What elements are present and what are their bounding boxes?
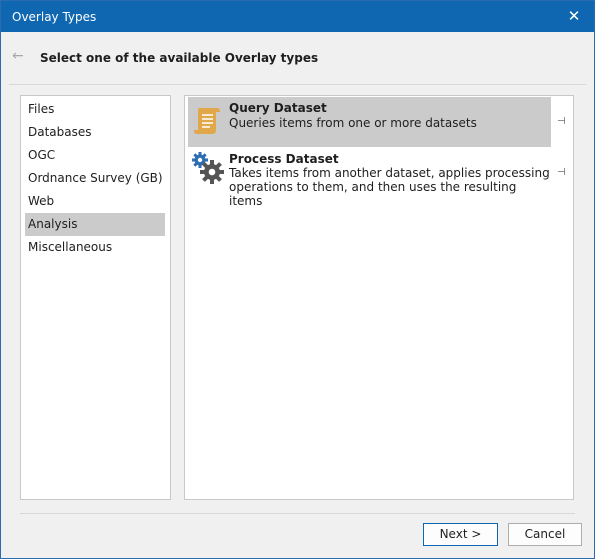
gears-icon [191, 151, 225, 188]
category-ordnance-survey[interactable]: Ordnance Survey (GB) [25, 167, 165, 190]
window-title: Overlay Types [12, 10, 97, 24]
back-arrow-icon[interactable]: ← [12, 48, 24, 64]
category-web[interactable]: Web [25, 190, 165, 213]
pin-icon[interactable]: ⊣ [557, 116, 566, 127]
overlay-name: Query Dataset [229, 101, 327, 115]
category-databases[interactable]: Databases [25, 121, 165, 144]
header-divider [9, 84, 586, 85]
overlay-types-dialog: Overlay Types ✕ ← Select one of the avai… [0, 0, 595, 559]
category-miscellaneous[interactable]: Miscellaneous [25, 236, 165, 259]
category-analysis[interactable]: Analysis [25, 213, 165, 236]
wizard-header: ← Select one of the available Overlay ty… [1, 32, 594, 84]
overlay-description-line-2: operations to them, and then uses the re… [229, 180, 517, 208]
overlay-name: Process Dataset [229, 152, 339, 166]
scroll-icon [192, 104, 222, 139]
category-label: Web [28, 194, 55, 208]
category-label: OGC [28, 148, 56, 162]
pin-icon[interactable]: ⊣ [557, 167, 566, 178]
footer-divider [20, 513, 575, 514]
overlay-item-query-dataset[interactable]: Query Dataset Queries items from one or … [188, 97, 551, 147]
cancel-button[interactable]: Cancel [508, 523, 582, 546]
title-bar: Overlay Types ✕ [1, 1, 594, 32]
category-label: Miscellaneous [28, 240, 113, 254]
overlay-description-line-1: Takes items from another dataset, applie… [229, 166, 550, 180]
category-list: Files Databases OGC Ordnance Survey (GB)… [20, 95, 171, 500]
overlay-type-list: Query Dataset Queries items from one or … [184, 95, 574, 500]
page-subtitle: Select one of the available Overlay type… [40, 51, 319, 65]
close-icon[interactable]: ✕ [564, 6, 584, 26]
overlay-description: Queries items from one or more datasets [229, 116, 477, 130]
overlay-item-process-dataset[interactable]: Process Dataset Takes items from another… [188, 149, 551, 208]
category-label: Files [28, 102, 55, 116]
category-files[interactable]: Files [25, 98, 165, 121]
category-label: Ordnance Survey (GB) [28, 171, 163, 185]
next-button[interactable]: Next > [423, 523, 498, 546]
category-ogc[interactable]: OGC [25, 144, 165, 167]
category-label: Analysis [28, 217, 78, 231]
category-label: Databases [28, 125, 92, 139]
